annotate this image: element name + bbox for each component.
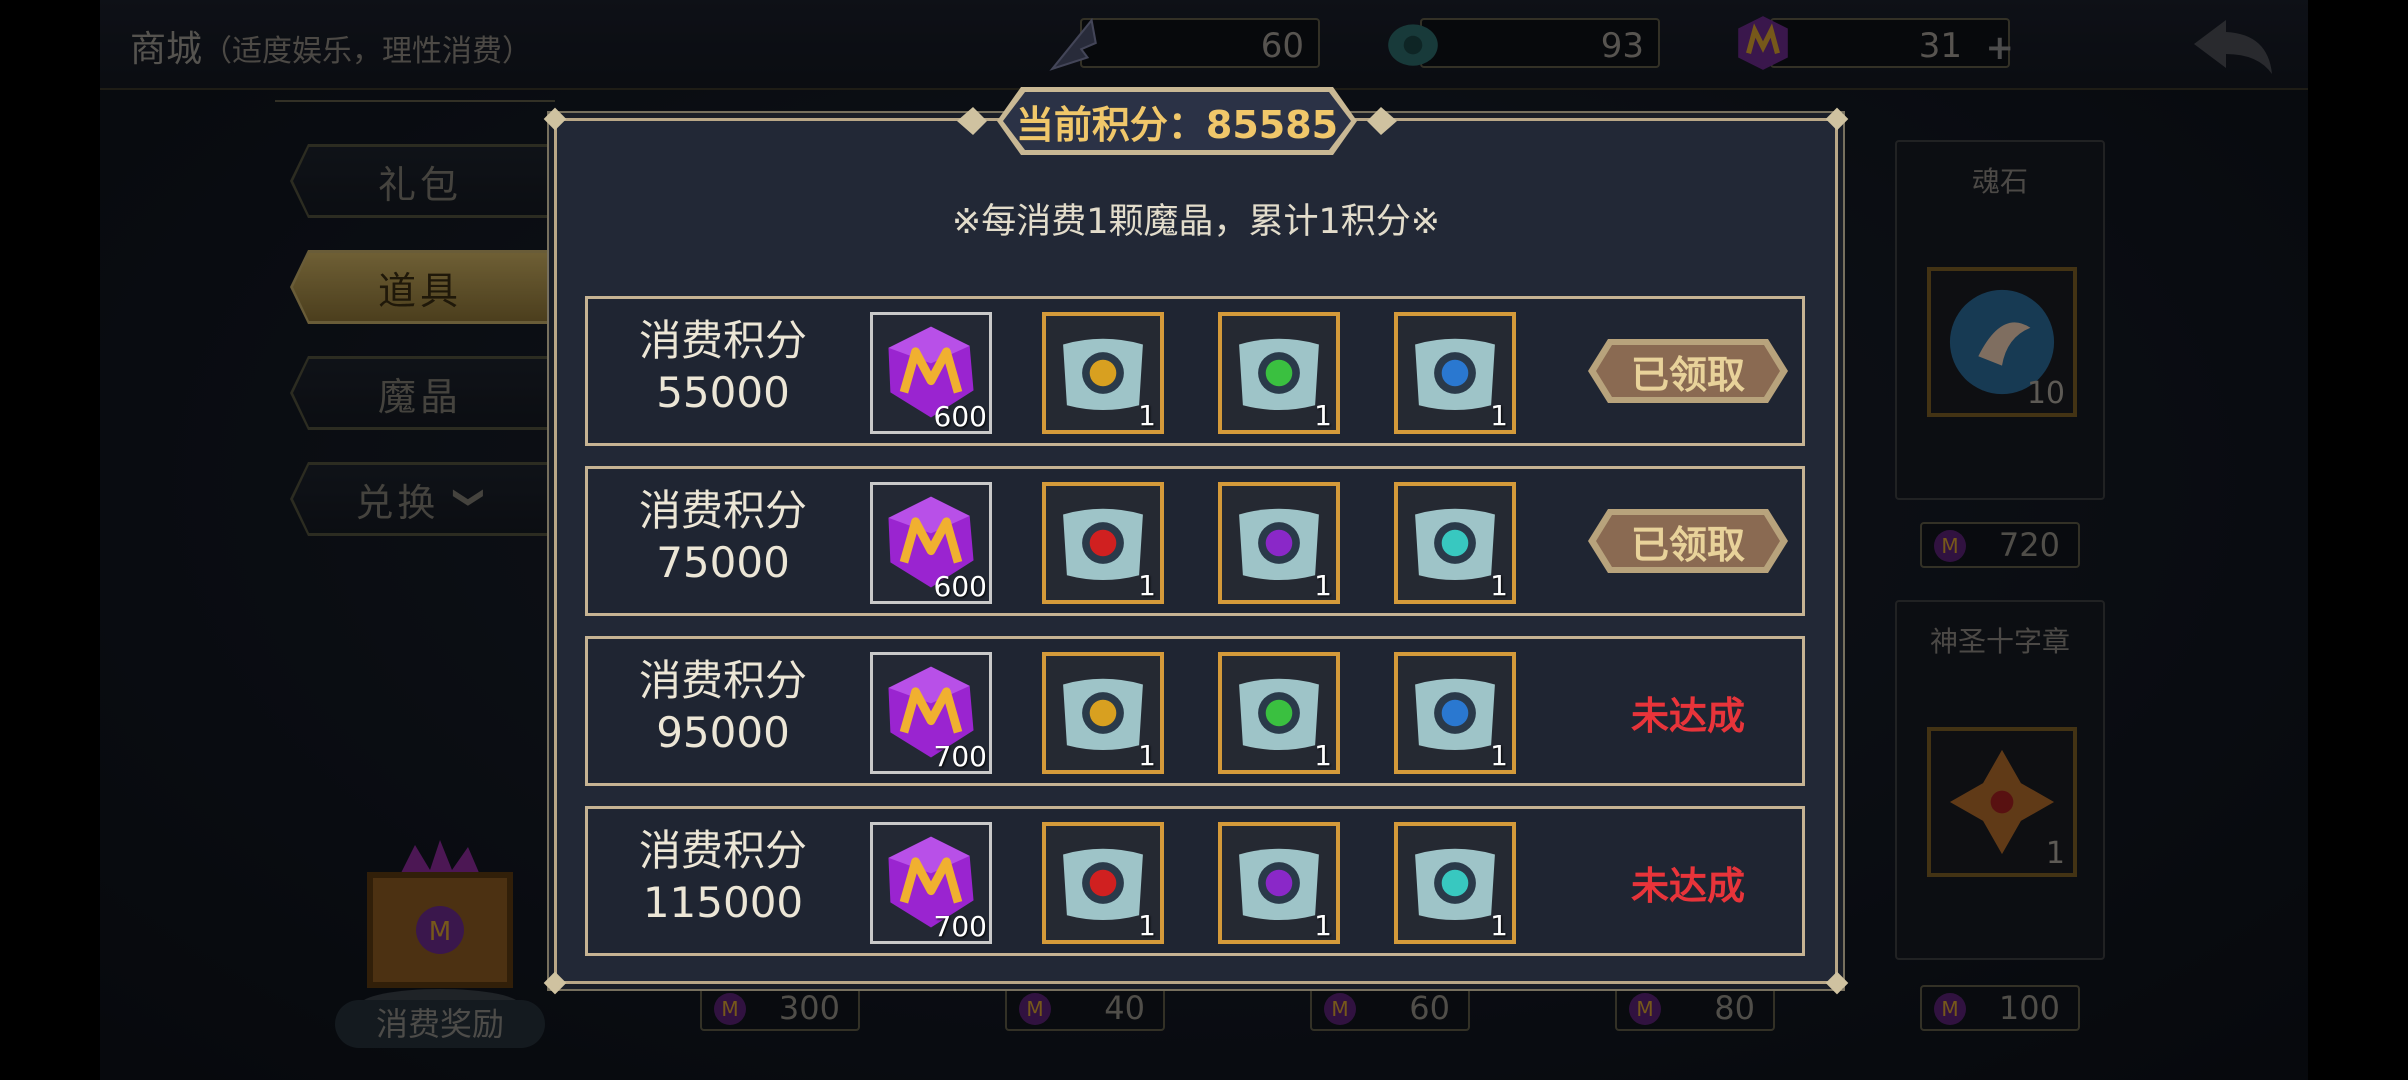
reward-qty: 1 — [1490, 739, 1508, 772]
magic-crystal-reward[interactable]: 600 — [870, 312, 992, 434]
tier-label: 消费积分 55000 — [638, 316, 807, 417]
leaf-scroll-reward[interactable]: 1 — [1218, 312, 1340, 434]
reward-tier-row: 消费积分 95000 700 1 1 1 未达成 — [585, 636, 1805, 786]
reward-qty: 1 — [1490, 399, 1508, 432]
reward-qty: 1 — [1138, 399, 1156, 432]
claimed-label: 已领取 — [1630, 352, 1745, 397]
reward-qty: 1 — [1490, 569, 1508, 602]
consume-rewards-dialog: 当前积分：85585 ※每消费1颗魔晶，累计1积分※ 消费积分 55000 600… — [543, 87, 1849, 995]
reward-qty: 1 — [1138, 569, 1156, 602]
not-achieved-status: 未达成 — [1630, 694, 1745, 738]
shop-screen: 商城（适度娱乐，理性消费） 60 93 31 + 礼包 道具 魔晶 兑换 ❯ M… — [100, 0, 2308, 1080]
current-score: 当前积分：85585 — [1015, 102, 1339, 147]
wind-scroll-reward[interactable]: 1 — [1394, 822, 1516, 944]
shadow-scroll-reward[interactable]: 1 — [1218, 482, 1340, 604]
magic-crystal-reward[interactable]: 700 — [870, 822, 992, 944]
reward-tier-row: 消费积分 115000 700 1 1 1 未达成 — [585, 806, 1805, 956]
wind-scroll-reward[interactable]: 1 — [1394, 482, 1516, 604]
claimed-button[interactable]: 已领取 — [1588, 507, 1788, 575]
reward-qty: 1 — [1314, 739, 1332, 772]
reward-qty: 700 — [933, 740, 987, 773]
reward-qty: 1 — [1314, 569, 1332, 602]
reward-qty: 1 — [1138, 909, 1156, 942]
water-scroll-reward[interactable]: 1 — [1394, 312, 1516, 434]
fire-scroll-reward[interactable]: 1 — [1042, 822, 1164, 944]
magic-crystal-reward[interactable]: 600 — [870, 482, 992, 604]
claimed-label: 已领取 — [1630, 522, 1745, 567]
sun-scroll-reward[interactable]: 1 — [1042, 652, 1164, 774]
tier-label: 消费积分 95000 — [638, 656, 807, 757]
sun-scroll-reward[interactable]: 1 — [1042, 312, 1164, 434]
reward-qty: 1 — [1490, 909, 1508, 942]
magic-crystal-reward[interactable]: 700 — [870, 652, 992, 774]
claimed-button[interactable]: 已领取 — [1588, 337, 1788, 405]
tier-label: 消费积分 115000 — [638, 826, 807, 927]
not-achieved-status: 未达成 — [1630, 864, 1745, 908]
reward-qty: 1 — [1138, 739, 1156, 772]
score-rule-text: ※每消费1颗魔晶，累计1积分※ — [951, 202, 1441, 242]
reward-qty: 1 — [1314, 399, 1332, 432]
reward-qty: 600 — [933, 400, 987, 433]
reward-tier-row: 消费积分 55000 600 1 1 1 已领取 — [585, 296, 1805, 446]
water-scroll-reward[interactable]: 1 — [1394, 652, 1516, 774]
reward-tier-row: 消费积分 75000 600 1 1 1 已领取 — [585, 466, 1805, 616]
reward-qty: 1 — [1314, 909, 1332, 942]
current-score-plate: 当前积分：85585 — [957, 85, 1397, 157]
leaf-scroll-reward[interactable]: 1 — [1218, 652, 1340, 774]
tier-label: 消费积分 75000 — [638, 486, 807, 587]
fire-scroll-reward[interactable]: 1 — [1042, 482, 1164, 604]
shadow-scroll-reward[interactable]: 1 — [1218, 822, 1340, 944]
reward-qty: 700 — [933, 910, 987, 943]
reward-qty: 600 — [933, 570, 987, 603]
